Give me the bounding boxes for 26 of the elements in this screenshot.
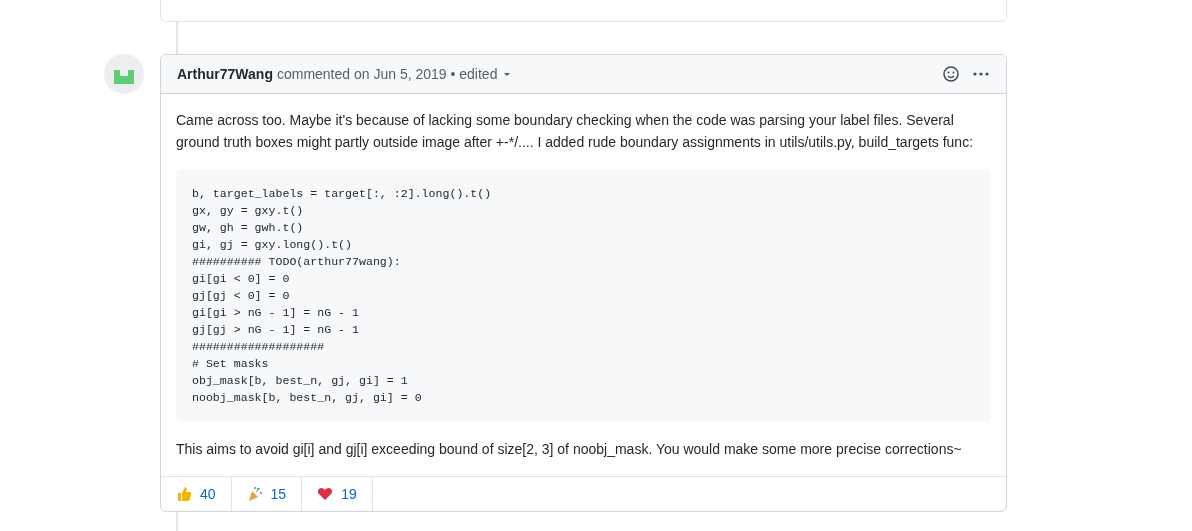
caret-icon[interactable]: [503, 71, 512, 77]
more-options-icon[interactable]: [972, 71, 990, 77]
comment-text: This aims to avoid gi[i] and gj[i] exceeding bound of size[2, 3] of noobj_mask. You would make some more precise corrections~: [176, 440, 963, 459]
code-line: gi[gi < 0] = 0: [192, 271, 291, 287]
code-line: gx, gy = gxy.t(): [192, 203, 305, 219]
comment-text: Came across too. Maybe it's because of lacking some boundary checking when the code was parsing your label files. Several ground truth boxes might partly outside image after +-*/.... I added rude boundary assignments in utils/utils.py, build_targets func:: [176, 111, 974, 152]
reaction-button[interactable]: 19: [302, 477, 373, 511]
code-line: ###################: [192, 339, 326, 355]
code-line: gw, gh = gwh.t(): [192, 220, 305, 236]
code-line: gi[gi > nG - 1] = nG - 1: [192, 305, 360, 321]
reaction-button[interactable]: 15: [231, 477, 303, 511]
code-line: gi, gj = gxy.long().t(): [192, 237, 354, 253]
code-line: b, target_labels = target[:, :2].long().t(): [192, 186, 493, 202]
code-line: gj[gj < 0] = 0: [192, 288, 291, 304]
code-line: noobj_mask[b, best_n, gj, gi] = 0: [192, 390, 423, 406]
heart-icon: [317, 486, 334, 502]
party-popper-icon: [246, 486, 263, 502]
code-line: gj[gj > nG - 1] = nG - 1: [192, 322, 360, 338]
code-line: ########## TODO(arthur77wang):: [192, 254, 402, 270]
code-line: obj_mask[b, best_n, gj, gi] = 1: [192, 373, 409, 389]
code-line: # Set masks: [192, 356, 270, 372]
thumbs-up-icon: [176, 486, 192, 502]
comment-meta: commented on Jun 5, 2019 • edited: [276, 66, 498, 82]
reaction-button[interactable]: 40: [161, 477, 232, 511]
emoji-icon[interactable]: [942, 65, 960, 83]
author-link[interactable]: Arthur77Wang: [177, 66, 273, 82]
